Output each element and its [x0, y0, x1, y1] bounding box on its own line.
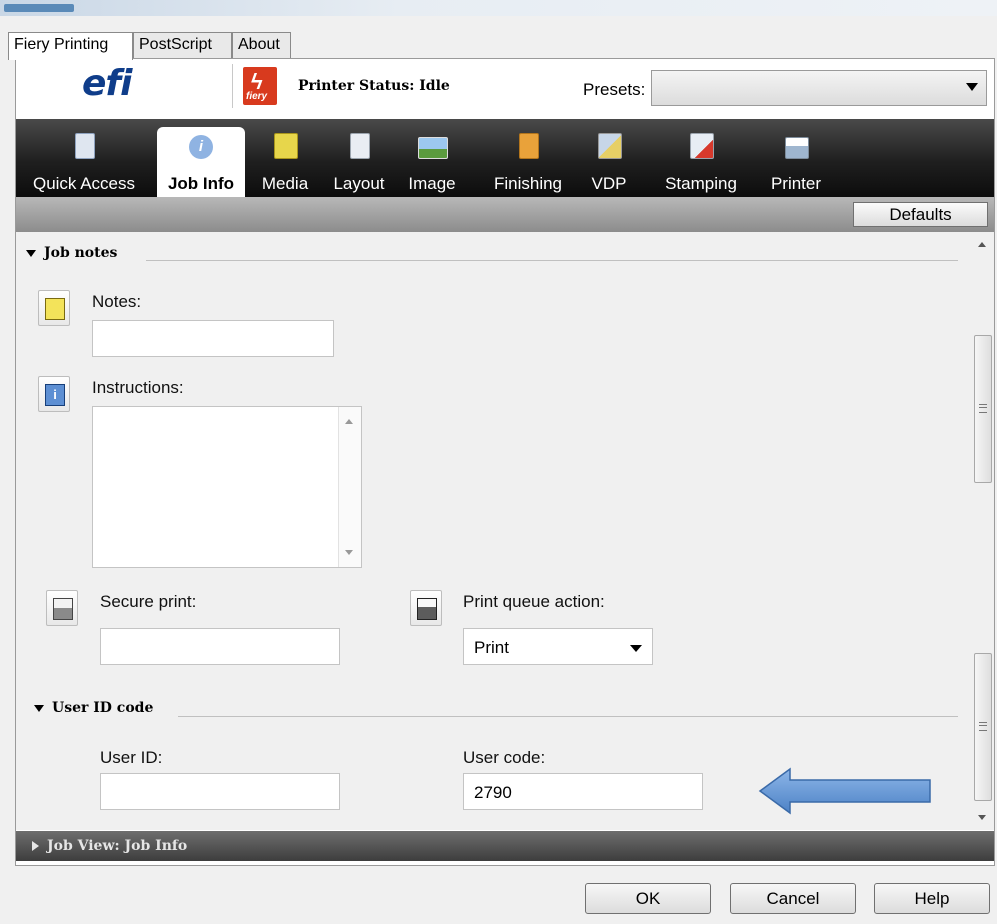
layout-icon [350, 133, 370, 159]
tab-fiery-printing[interactable]: Fiery Printing [8, 32, 133, 60]
cancel-button[interactable]: Cancel [730, 883, 856, 914]
window-logo [4, 4, 74, 12]
print-queue-select[interactable]: Print [463, 628, 653, 665]
printer-status: Printer Status: Idle [298, 78, 450, 94]
instructions-label: Instructions: [92, 378, 184, 397]
chevron-down-icon [966, 83, 978, 91]
quick-access-icon [75, 133, 95, 159]
title-strip [0, 0, 997, 16]
info-icon: i [189, 135, 213, 159]
user-id-field[interactable] [100, 773, 340, 810]
notes-field[interactable] [92, 320, 334, 357]
section-divider [146, 260, 958, 261]
tab-postscript[interactable]: PostScript [133, 32, 232, 58]
panel-scrollbar[interactable] [972, 232, 994, 830]
job-view-title: Job View: Job Info [47, 838, 188, 854]
scroll-up-icon[interactable] [345, 419, 353, 424]
toolbar-image[interactable]: Image [396, 119, 468, 197]
efi-logo: efi [82, 63, 132, 104]
print-queue-icon-button[interactable] [410, 590, 442, 626]
arrow-left-icon [758, 767, 931, 815]
secure-print-icon-button[interactable] [46, 590, 78, 626]
toolbar-layout[interactable]: Layout [325, 119, 393, 197]
print-queue-value: Print [474, 638, 509, 657]
media-icon [274, 133, 298, 159]
toolbar-stamping[interactable]: Stamping [650, 119, 752, 197]
scroll-down-icon[interactable] [978, 815, 986, 820]
collapse-triangle-icon [26, 249, 36, 257]
user-id-label: User ID: [100, 748, 163, 767]
presets-dropdown[interactable] [651, 70, 987, 106]
notes-label: Notes: [92, 292, 142, 311]
sticky-note-icon [45, 298, 65, 320]
scroll-down-icon[interactable] [345, 550, 353, 555]
instructions-textarea[interactable] [92, 406, 362, 568]
help-button[interactable]: Help [874, 883, 990, 914]
scrollbar-thumb[interactable] [974, 335, 992, 483]
secure-print-label: Secure print: [100, 592, 197, 611]
instructions-icon: i [45, 384, 65, 406]
job-view-toggle[interactable]: Job View: Job Info [16, 831, 994, 861]
job-notes-toggle[interactable]: Job notes [26, 245, 117, 261]
image-icon [418, 137, 448, 159]
secure-printer-icon [53, 598, 73, 620]
vdp-icon [598, 133, 622, 159]
toolbar-job-info[interactable]: i Job Info [157, 127, 245, 197]
chevron-down-icon [630, 645, 642, 652]
toolbar-quick-access[interactable]: Quick Access [16, 119, 152, 197]
job-info-panel: Job notes Notes: i Instructions: Secure … [16, 232, 972, 830]
print-queue-label: Print queue action: [463, 592, 605, 611]
printer-icon [417, 598, 437, 620]
toolbar-media[interactable]: Media [250, 119, 320, 197]
section-divider [178, 716, 958, 717]
scrollbar-thumb[interactable] [974, 653, 992, 801]
user-id-code-toggle[interactable]: User ID code [34, 700, 153, 716]
job-notes-title: Job notes [44, 245, 118, 261]
defaults-button[interactable]: Defaults [853, 202, 988, 227]
instructions-icon-button[interactable]: i [38, 376, 70, 412]
tab-about[interactable]: About [232, 32, 291, 58]
collapse-triangle-icon [34, 704, 44, 712]
header-divider [232, 64, 233, 108]
notes-icon-button[interactable] [38, 290, 70, 326]
user-id-code-title: User ID code [52, 700, 154, 716]
presets-label: Presets: [583, 80, 646, 99]
printer-icon [785, 137, 809, 159]
category-toolbar: Quick Access i Job Info Media Layout Ima… [16, 119, 994, 197]
expand-triangle-icon [32, 841, 39, 851]
toolbar-finishing[interactable]: Finishing [482, 119, 574, 197]
ok-button[interactable]: OK [585, 883, 711, 914]
scroll-up-icon[interactable] [978, 242, 986, 247]
finishing-icon [519, 133, 539, 159]
user-code-label: User code: [463, 748, 546, 767]
instructions-scrollbar[interactable] [338, 407, 361, 567]
secure-print-field[interactable] [100, 628, 340, 665]
fiery-logo-icon: ϟ fiery [243, 67, 277, 105]
user-code-field[interactable]: 2790 [463, 773, 703, 810]
toolbar-subbar [16, 197, 994, 232]
toolbar-printer[interactable]: Printer [763, 119, 829, 197]
toolbar-vdp[interactable]: VDP [584, 119, 634, 197]
stamping-icon [690, 133, 714, 159]
